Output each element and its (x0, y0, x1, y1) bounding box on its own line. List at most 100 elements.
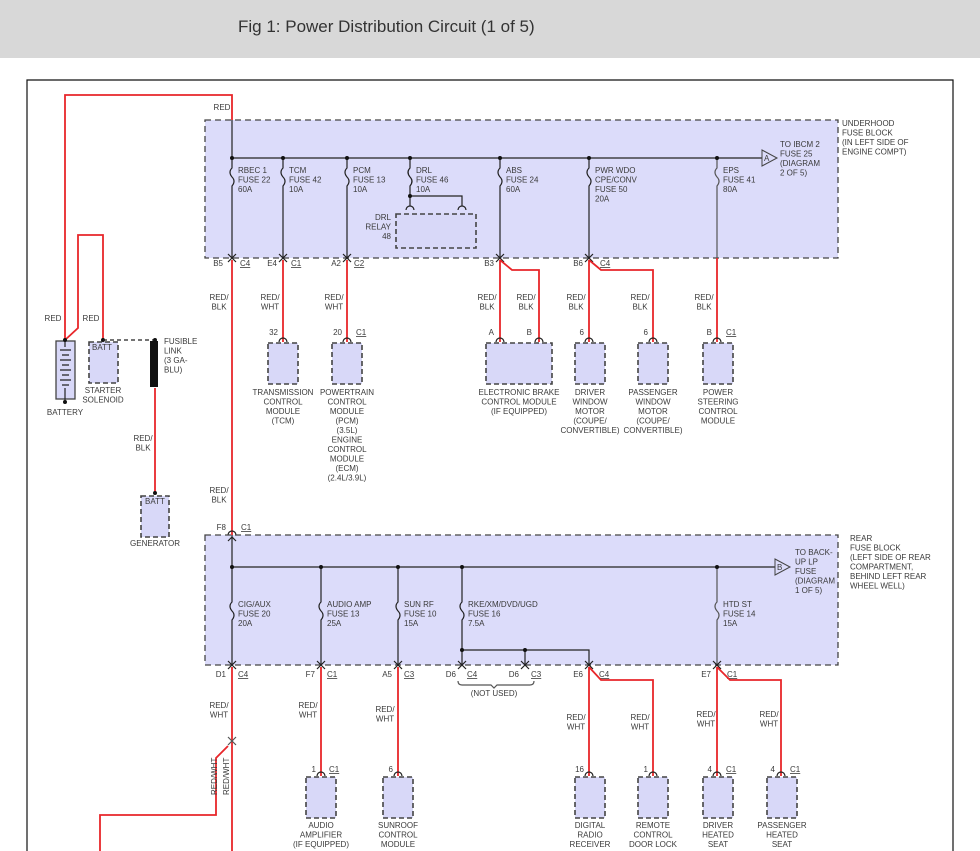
text-line: FUSE 10 (404, 610, 437, 619)
text-line: (2.4L/3.9L) (328, 474, 367, 483)
text-line: BLK (211, 496, 227, 505)
text-line: 20A (595, 195, 610, 204)
text-line: RADIO (577, 831, 602, 840)
text-line: REMOTE (636, 821, 670, 830)
upper-module-wires[interactable] (282, 258, 718, 342)
generator[interactable]: BATT GENERATOR (130, 495, 180, 548)
text-line: HTD ST (723, 600, 752, 609)
wire-label: RED/WHT (759, 710, 779, 729)
pin-e7: E7 (701, 670, 711, 679)
pin-a2: A2 (331, 259, 341, 268)
text-line: ENGINE (332, 436, 363, 445)
generator-batt-pin: BATT (145, 497, 165, 506)
text-line: (3 GA- (164, 356, 188, 365)
pin-a: A (489, 328, 495, 337)
text-line: ENGINE COMPT) (842, 148, 907, 157)
text-line: RED/ (477, 293, 497, 302)
text-line: FUSE 14 (723, 610, 756, 619)
wire-label: RED/BLK (694, 293, 714, 312)
text-line: MODULE (330, 455, 364, 464)
text-line: WHT (376, 715, 394, 724)
text-line: FUSIBLE (164, 337, 197, 346)
conn-c4: C4 (240, 259, 251, 268)
text-line: UNDERHOOD (842, 119, 895, 128)
text-line: RED/ (209, 293, 229, 302)
conn-c4: C4 (467, 670, 478, 679)
text-line: PWR WDO (595, 166, 635, 175)
text-line: RED/ (630, 293, 650, 302)
text-line: TCM (289, 166, 307, 175)
pin-number: 6 (644, 328, 649, 337)
wiring-diagram: UNDERHOOD FUSE BLOCK (IN LEFT SIDE OF ENGIN… (26, 79, 954, 851)
text-line: AUDIO AMP (327, 600, 371, 609)
text-line: BLK (632, 303, 648, 312)
not-used-brace (457, 680, 535, 689)
text-line: WHT (631, 723, 649, 732)
text-line: DOOR LOCK (629, 840, 678, 849)
conn-id: C1 (726, 765, 737, 774)
sunroof-control-module[interactable]: RED/WHT 6 SUNROOF CONTROL MODULE (375, 705, 418, 849)
module-label: PASSENGER WINDOW MOTOR (COUPE/CONVERTIBLE) (624, 388, 683, 435)
text-line: RKE/XM/DVD/UGD (468, 600, 538, 609)
pin-e4: E4 (267, 259, 277, 268)
battery[interactable]: BATTERY (47, 338, 84, 417)
wire-label: RED/WHT (696, 710, 716, 729)
not-used-note: (NOT USED) (471, 689, 518, 698)
text-line: FUSE (795, 567, 816, 576)
wire-label: RED/WHT (324, 293, 344, 312)
text-line: POWER (703, 388, 733, 397)
text-line: DRIVER (575, 388, 605, 397)
text-line: (PCM) (335, 417, 358, 426)
text-line: CPE/CONV (595, 176, 637, 185)
pin-f8: F8 (217, 523, 227, 532)
text-line: CONTROL (263, 398, 303, 407)
text-line: FUSE 25 (780, 150, 813, 159)
text-line: DRL (375, 213, 392, 222)
text-line: WHT (299, 711, 317, 720)
text-line: RED/ (566, 293, 586, 302)
starter-batt-pin: BATT (92, 343, 112, 352)
pin-d6: D6 (446, 670, 457, 679)
text-line: (LEFT SIDE OF REAR (850, 553, 931, 562)
driver-window-motor[interactable]: RED/BLK 6 DRIVER WINDOW MOTOR (COUPE/CONVER… (561, 293, 620, 435)
text-line: (DIAGRAM (795, 577, 835, 586)
module-label: POWERTRAIN CONTROL MODULE (PCM) (3.5L) ENGINE… (320, 388, 374, 483)
text-line: RBEC 1 (238, 166, 267, 175)
pin-b6: B6 (573, 259, 583, 268)
conn-c4: C4 (600, 259, 611, 268)
text-line: EPS (723, 166, 739, 175)
text-line: TO IBCM 2 (780, 140, 820, 149)
text-line: 20A (238, 619, 253, 628)
text-line: 25A (327, 619, 342, 628)
module-label: SUNROOF CONTROL MODULE (378, 821, 418, 849)
text-line: ELECTRONIC BRAKE (479, 388, 560, 397)
text-line: CIG/AUX (238, 600, 272, 609)
fusible-link[interactable]: FUSIBLE LINK (3 GA-BLU) (150, 337, 197, 387)
conn-c4: C4 (599, 670, 610, 679)
text-line: RED/ (298, 701, 318, 710)
wire-label: RED/BLK (477, 293, 497, 312)
text-line: RED/ (260, 293, 280, 302)
starter-solenoid[interactable]: BATT STARTER SOLENOID (82, 338, 124, 405)
text-line: FUSE 20 (238, 610, 271, 619)
text-line: TO BACK- (795, 548, 833, 557)
pin-number: 4 (708, 765, 713, 774)
lower-module-wires[interactable] (99, 666, 782, 851)
text-line: 10A (289, 185, 304, 194)
conn-id: C1 (356, 328, 367, 337)
text-line: BLK (479, 303, 495, 312)
text-line: MOTOR (575, 407, 605, 416)
passenger-heated-seat[interactable]: RED/WHT 4 C1 PASSENGER HEATED SEAT (757, 710, 806, 849)
text-line: UP LP (795, 558, 818, 567)
wire-label: RED/WHT (209, 701, 229, 720)
text-line: WHT (760, 720, 778, 729)
offpage-a-letter: A (764, 154, 770, 163)
starter-feed-wire[interactable] (64, 234, 104, 341)
text-line: RED/ (209, 486, 229, 495)
pin-number: 16 (575, 765, 584, 774)
text-line: REAR (850, 534, 872, 543)
wire-label: RED/WHT (630, 713, 650, 732)
text-line: DRIVER (703, 821, 733, 830)
ebcm-module[interactable]: RED/BLK RED/BLK A B ELECTRONIC BRAKE CONT… (477, 293, 559, 416)
text-line: ABS (506, 166, 522, 175)
